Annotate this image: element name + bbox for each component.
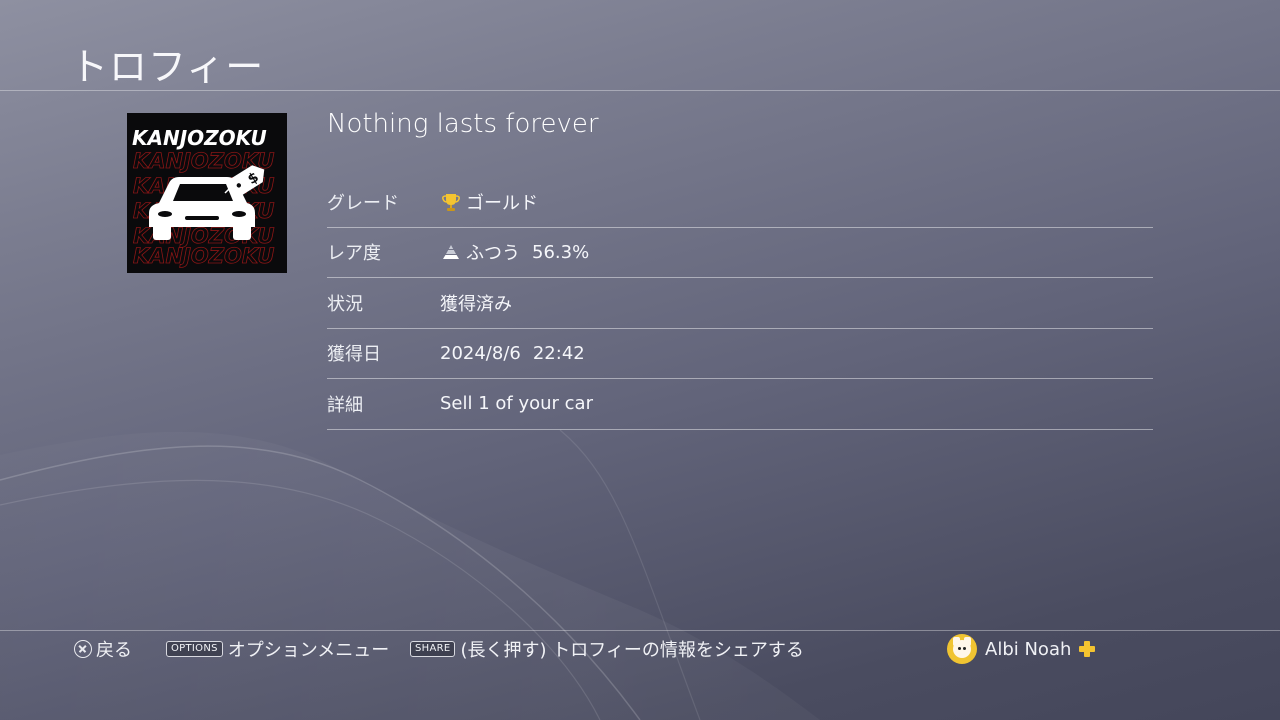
ps-plus-icon (1079, 641, 1096, 657)
options-label: オプションメニュー (227, 640, 390, 661)
info-row-rarity: レア度 ふつう 56.3% (327, 228, 1153, 278)
cross-button-icon (74, 640, 92, 658)
status-label: 状況 (327, 293, 363, 315)
details-value: Sell 1 of your car (440, 393, 593, 415)
rarity-label: レア度 (327, 243, 381, 265)
avatar-icon (947, 634, 977, 664)
art-brand-echo-5: KANJOZOKU (133, 244, 274, 268)
info-row-status: 状況 獲得済み (327, 278, 1153, 329)
trophy-artwork: KANJOZOKU KANJOZOKU KANJOZOKU KANJOZOKU … (127, 113, 287, 273)
grade-value: ゴールド (440, 189, 538, 215)
rarity-value: ふつう 56.3% (440, 239, 589, 265)
back-hint[interactable]: 戻る (74, 636, 132, 662)
options-hint[interactable]: OPTIONS オプションメニュー (166, 636, 389, 662)
footer-divider (0, 630, 1280, 631)
details-label: 詳細 (327, 394, 363, 416)
art-brand-text: KANJOZOKU (132, 126, 267, 150)
rarity-text: ふつう (466, 243, 520, 265)
page-title: トロフィー (70, 45, 265, 89)
info-row-earned-date: 獲得日 2024/8/6 22:42 (327, 329, 1153, 379)
back-label: 戻る (96, 640, 132, 661)
footer-bar: 戻る OPTIONS オプションメニュー SHARE (長く押す) トロフィーの… (0, 634, 1280, 664)
earned-date-value: 2024/8/6 22:42 (440, 343, 585, 364)
trophy-name: Nothing lasts forever (327, 109, 599, 139)
gold-trophy-icon (440, 191, 462, 213)
rarity-percent: 56.3% (532, 241, 590, 263)
user-name: Albi Noah (985, 638, 1072, 660)
earned-date-label: 獲得日 (327, 344, 381, 366)
grade-text: ゴールド (466, 192, 538, 214)
status-value: 獲得済み (440, 293, 512, 315)
share-hint[interactable]: SHARE (長く押す) トロフィーの情報をシェアする (410, 636, 804, 662)
header-divider (0, 90, 1280, 91)
info-row-grade: グレード ゴールド (327, 177, 1153, 228)
share-key-badge: SHARE (410, 641, 456, 657)
earned-date: 2024/8/6 (440, 342, 521, 364)
user-info[interactable]: Albi Noah (947, 634, 1096, 664)
earned-time: 22:42 (532, 342, 585, 364)
share-label: (長く押す) トロフィーの情報をシェアする (460, 640, 804, 661)
grade-label: グレード (327, 192, 399, 214)
info-row-details: 詳細 Sell 1 of your car (327, 379, 1153, 430)
trophy-info-table: グレード ゴールド レア度 ふつう 56.3% 状況 獲得済み 獲得日 2024… (327, 177, 1153, 430)
rarity-pyramid-icon (440, 241, 462, 263)
options-key-badge: OPTIONS (166, 641, 223, 657)
